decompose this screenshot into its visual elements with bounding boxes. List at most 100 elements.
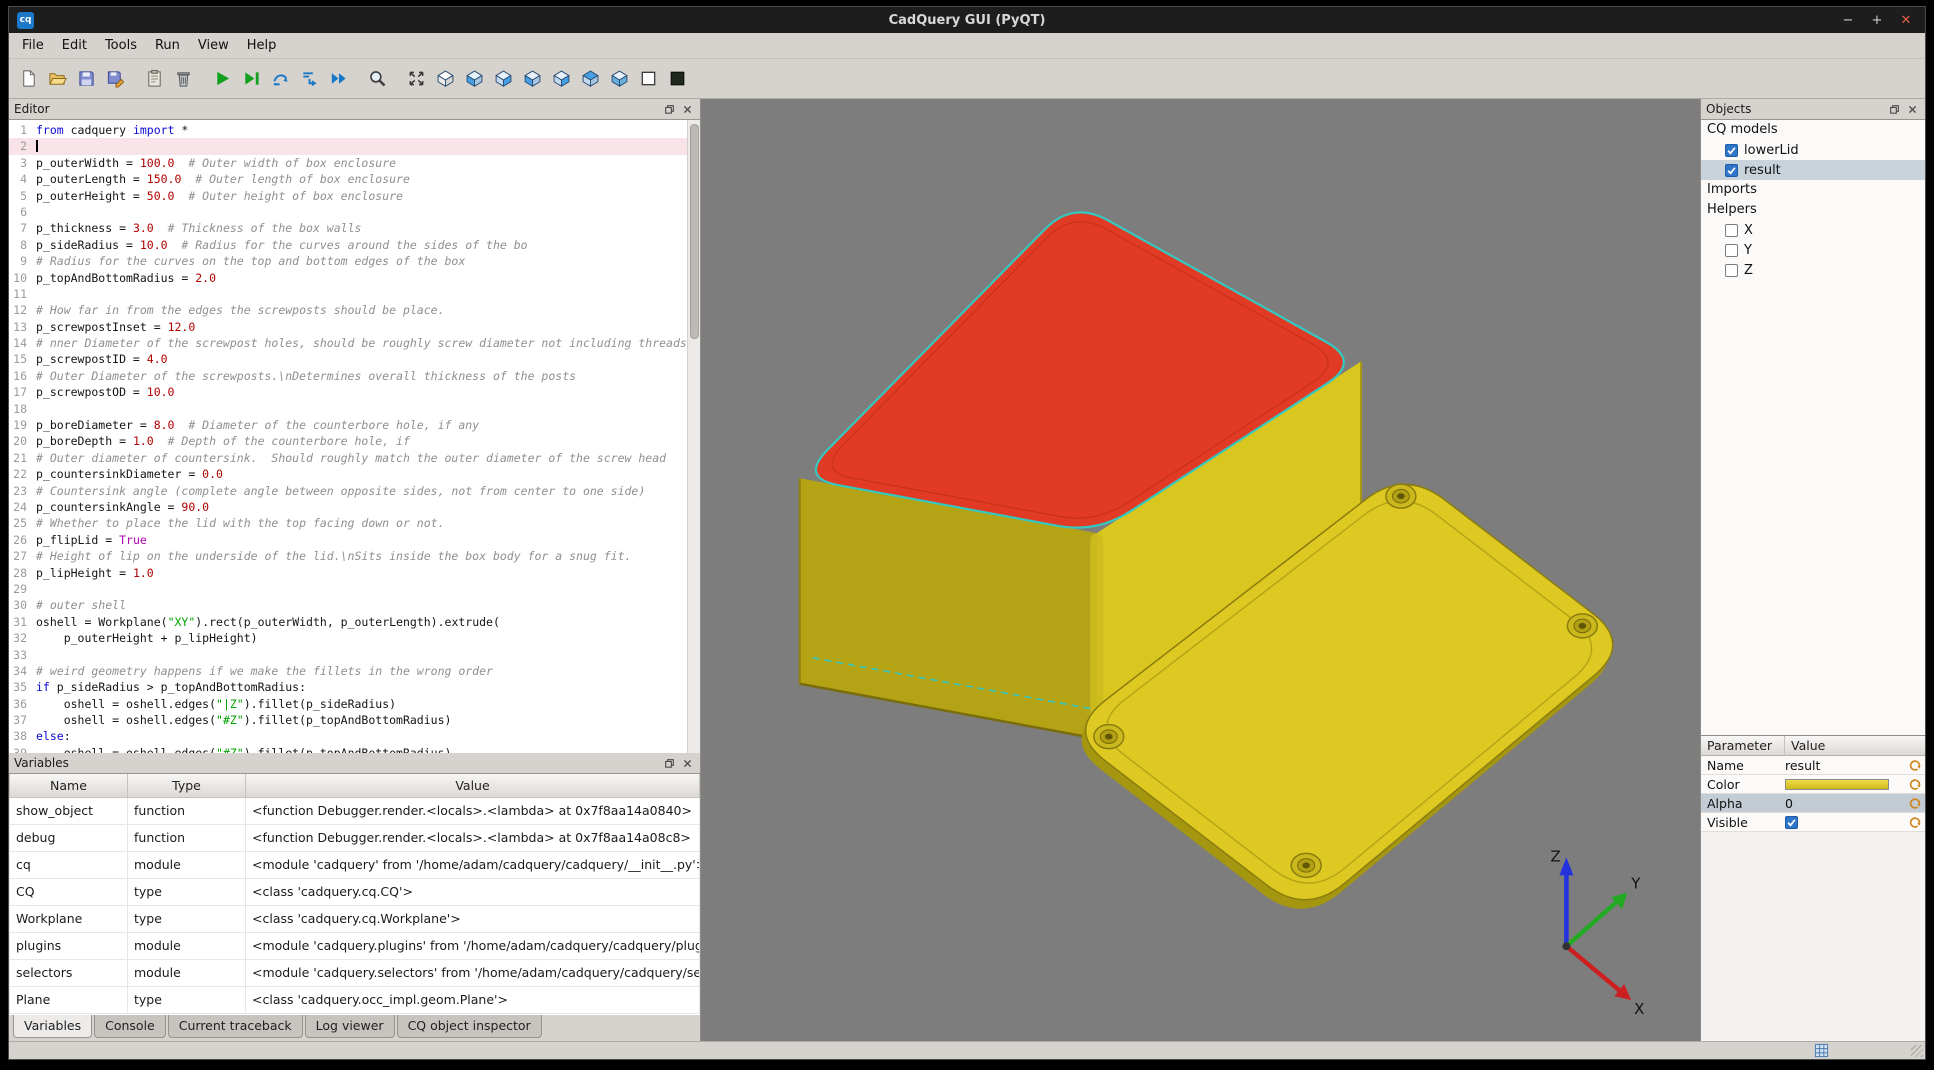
maximize-button[interactable]: +: [1870, 13, 1884, 28]
float-panel-icon[interactable]: [662, 756, 677, 770]
code-line[interactable]: 27# Height of lip on the underside of th…: [9, 548, 687, 564]
column-header-name[interactable]: Name: [10, 774, 128, 797]
close-panel-icon[interactable]: [680, 756, 695, 770]
menu-view[interactable]: View: [189, 35, 238, 56]
tree-item-z[interactable]: Z: [1701, 260, 1925, 280]
code-line[interactable]: 7p_thickness = 3.0 # Thickness of the bo…: [9, 220, 687, 236]
editor-scrollbar[interactable]: [687, 120, 700, 753]
code-line[interactable]: 1from cadquery import *: [9, 122, 687, 138]
code-line[interactable]: 39 oshell = oshell.edges("#Z").fillet(p_…: [9, 745, 687, 753]
visibility-checkbox[interactable]: [1725, 244, 1738, 257]
open-file-button[interactable]: [44, 65, 71, 92]
parameter-row-color[interactable]: Color: [1701, 775, 1925, 794]
run-script-button[interactable]: [209, 65, 236, 92]
code-line[interactable]: 31oshell = Workplane("XY").rect(p_outerW…: [9, 614, 687, 630]
tree-item-y[interactable]: Y: [1701, 240, 1925, 260]
code-line[interactable]: 34# weird geometry happens if we make th…: [9, 663, 687, 679]
step-button[interactable]: [267, 65, 294, 92]
tree-item-x[interactable]: X: [1701, 220, 1925, 240]
delete-button[interactable]: [170, 65, 197, 92]
code-line[interactable]: 35if p_sideRadius > p_topAndBottomRadius…: [9, 679, 687, 695]
code-line[interactable]: 28p_lipHeight = 1.0: [9, 565, 687, 581]
table-row[interactable]: selectorsmodule<module 'cadquery.selecto…: [10, 959, 700, 986]
parameter-row-visible[interactable]: Visible: [1701, 813, 1925, 832]
code-line[interactable]: 21# Outer diameter of countersink. Shoul…: [9, 450, 687, 466]
close-button[interactable]: ✕: [1899, 13, 1913, 28]
save-button[interactable]: [73, 65, 100, 92]
code-line[interactable]: 37 oshell = oshell.edges("#Z").fillet(p_…: [9, 712, 687, 728]
table-row[interactable]: CQtype<class 'cadquery.cq.CQ'>: [10, 878, 700, 905]
column-header-type[interactable]: Type: [128, 774, 246, 797]
code-line[interactable]: 13p_screwpostInset = 12.0: [9, 319, 687, 335]
menu-tools[interactable]: Tools: [96, 35, 146, 56]
code-line[interactable]: 25# Whether to place the lid with the to…: [9, 515, 687, 531]
new-file-button[interactable]: [15, 65, 42, 92]
back-view-button[interactable]: [490, 65, 517, 92]
wireframe-button[interactable]: [635, 65, 662, 92]
code-line[interactable]: 5p_outerHeight = 50.0 # Outer height of …: [9, 188, 687, 204]
code-line[interactable]: 2: [9, 138, 687, 154]
float-panel-icon[interactable]: [662, 102, 677, 116]
code-line[interactable]: 26p_flipLid = True: [9, 532, 687, 548]
tab-console[interactable]: Console: [94, 1015, 166, 1038]
code-line[interactable]: 3p_outerWidth = 100.0 # Outer width of b…: [9, 155, 687, 171]
continue-button[interactable]: [325, 65, 352, 92]
code-line[interactable]: 30# outer shell: [9, 597, 687, 613]
parameter-row-name[interactable]: Nameresult: [1701, 756, 1925, 775]
table-row[interactable]: Planetype<class 'cadquery.occ_impl.geom.…: [10, 986, 700, 1013]
code-line[interactable]: 38else:: [9, 728, 687, 744]
code-line[interactable]: 12# How far in from the edges the screwp…: [9, 302, 687, 318]
code-line[interactable]: 9# Radius for the curves on the top and …: [9, 253, 687, 269]
code-line[interactable]: 15p_screwpostID = 4.0: [9, 351, 687, 367]
color-swatch[interactable]: [1785, 779, 1889, 790]
table-row[interactable]: debugfunction<function Debugger.render.<…: [10, 824, 700, 851]
code-line[interactable]: 8p_sideRadius = 10.0 # Radius for the cu…: [9, 237, 687, 253]
code-line[interactable]: 19p_boreDiameter = 8.0 # Diameter of the…: [9, 417, 687, 433]
zoom-button[interactable]: [364, 65, 391, 92]
scrollbar-thumb[interactable]: [690, 124, 699, 339]
code-line[interactable]: 24p_countersinkAngle = 90.0: [9, 499, 687, 515]
code-line[interactable]: 14# nner Diameter of the screwpost holes…: [9, 335, 687, 351]
menu-help[interactable]: Help: [238, 35, 286, 56]
tree-item-result[interactable]: result: [1701, 160, 1925, 180]
fit-view-button[interactable]: [403, 65, 430, 92]
left-view-button[interactable]: [519, 65, 546, 92]
table-row[interactable]: cqmodule<module 'cadquery' from '/home/a…: [10, 851, 700, 878]
visibility-checkbox[interactable]: [1725, 144, 1738, 157]
code-line[interactable]: 18: [9, 401, 687, 417]
top-view-button[interactable]: [577, 65, 604, 92]
visibility-checkbox[interactable]: [1725, 264, 1738, 277]
column-header-value[interactable]: Value: [246, 774, 700, 797]
visibility-checkbox[interactable]: [1725, 164, 1738, 177]
bottom-view-button[interactable]: [606, 65, 633, 92]
close-panel-icon[interactable]: [680, 102, 695, 116]
code-line[interactable]: 22p_countersinkDiameter = 0.0: [9, 466, 687, 482]
debug-button[interactable]: [238, 65, 265, 92]
code-line[interactable]: 17p_screwpostOD = 10.0: [9, 384, 687, 400]
code-editor[interactable]: 1from cadquery import *23p_outerWidth = …: [9, 119, 700, 753]
code-line[interactable]: 20p_boreDepth = 1.0 # Depth of the count…: [9, 433, 687, 449]
code-line[interactable]: 11: [9, 286, 687, 302]
code-line[interactable]: 32 p_outerHeight + p_lipHeight): [9, 630, 687, 646]
right-view-button[interactable]: [548, 65, 575, 92]
shaded-button[interactable]: [664, 65, 691, 92]
title-bar[interactable]: cq CadQuery GUI (PyQT) − + ✕: [9, 7, 1925, 33]
status-grid-icon[interactable]: [1814, 1043, 1829, 1058]
reset-icon[interactable]: [1905, 815, 1925, 829]
tree-group-cq-models[interactable]: CQ models: [1701, 120, 1925, 140]
save-as-button[interactable]: [102, 65, 129, 92]
front-view-button[interactable]: [461, 65, 488, 92]
iso-view-button[interactable]: [432, 65, 459, 92]
reset-icon[interactable]: [1905, 758, 1925, 772]
table-row[interactable]: pluginsmodule<module 'cadquery.plugins' …: [10, 932, 700, 959]
minimize-button[interactable]: −: [1841, 13, 1855, 28]
table-row[interactable]: show_objectfunction<function Debugger.re…: [10, 797, 700, 824]
table-row[interactable]: Workplanetype<class 'cadquery.cq.Workpla…: [10, 905, 700, 932]
reset-icon[interactable]: [1905, 777, 1925, 791]
tab-log-viewer[interactable]: Log viewer: [305, 1015, 395, 1038]
visible-checkbox[interactable]: [1785, 816, 1798, 829]
resize-grip[interactable]: [1911, 1045, 1923, 1057]
tab-variables[interactable]: Variables: [13, 1015, 92, 1038]
step-into-button[interactable]: [296, 65, 323, 92]
code-line[interactable]: 23# Countersink angle (complete angle be…: [9, 483, 687, 499]
